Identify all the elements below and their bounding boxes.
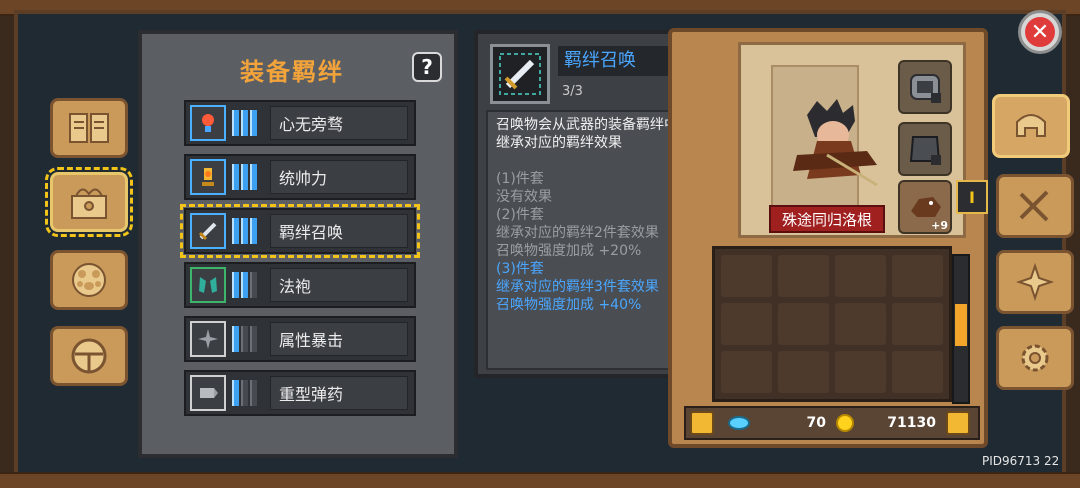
inventory-slot[interactable] [778, 303, 829, 345]
coin-count: 71130 [887, 415, 936, 431]
character-portrait [793, 99, 878, 187]
inventory-slot[interactable] [892, 255, 943, 297]
tab-compass[interactable] [996, 250, 1074, 314]
trophy-lamp-icon [190, 159, 226, 195]
bond-row-1[interactable]: 统帅力 [184, 154, 416, 200]
bond-label: 心无旁骛 [270, 106, 408, 140]
gear-icon [1021, 344, 1049, 372]
spark-icon [190, 321, 226, 357]
gem-icon [728, 416, 750, 430]
inventory-slot[interactable] [778, 255, 829, 297]
level-bars [232, 164, 262, 190]
inventory-slot[interactable] [721, 351, 772, 393]
helmet-slot[interactable] [898, 60, 952, 114]
heart-orb-icon [190, 105, 226, 141]
bond-box-icon [71, 188, 107, 219]
scroll-thumb[interactable] [955, 304, 967, 346]
tab-paw[interactable] [50, 250, 128, 310]
bond-label: 属性暴击 [270, 322, 408, 356]
inventory-slot[interactable] [892, 303, 943, 345]
close-icon: ✕ [1025, 17, 1055, 47]
steering-wheel-icon [71, 338, 107, 374]
bond-list: 心无旁骛 统帅力 羁绊召唤 法袍 属性暴击 重型弹药 [180, 100, 420, 424]
compass-icon [1015, 262, 1055, 302]
ammo-icon [190, 375, 226, 411]
bond-panel: 装备羁绊 ? 心无旁骛 统帅力 羁绊召唤 法袍 属性暴击 重型弹药 [138, 30, 458, 458]
inventory-grid [712, 246, 952, 402]
helmet-icon [910, 74, 941, 103]
inventory-slot[interactable] [835, 255, 886, 297]
level-bars [232, 326, 262, 352]
armor-slot[interactable] [898, 122, 952, 176]
panel-title: 装备羁绊 [240, 58, 344, 86]
mount-slot[interactable]: +9 [898, 180, 952, 234]
robe-icon [190, 267, 226, 303]
sword-icon [190, 213, 226, 249]
bond-label: 重型弹药 [270, 376, 408, 410]
sword-icon [490, 44, 550, 104]
bond-row-5[interactable]: 重型弹药 [184, 370, 416, 416]
coin-icon [836, 414, 854, 432]
player-id: PID96713 22 [982, 454, 1060, 468]
bond-row-3[interactable]: 法袍 [184, 262, 416, 308]
gem-count: 70 [806, 415, 826, 431]
enhance-level: +9 [931, 219, 948, 232]
level-bars [232, 380, 262, 406]
help-button[interactable]: ? [412, 52, 442, 82]
bond-label: 羁绊召唤 [270, 214, 408, 248]
tab-book[interactable] [50, 98, 128, 158]
tier-badge[interactable]: I [956, 180, 988, 214]
level-bars [232, 272, 262, 298]
close-button[interactable]: ✕ [1018, 10, 1062, 54]
bond-row-0[interactable]: 心无旁骛 [184, 100, 416, 146]
bond-row-2-selected[interactable]: 羁绊召唤 [180, 204, 420, 258]
crossed-arrows-icon [1019, 190, 1049, 222]
book-icon [69, 113, 109, 143]
character-name-tag: 殊途同归洛根 [769, 205, 885, 233]
bond-row-4[interactable]: 属性暴击 [184, 316, 416, 362]
tab-character[interactable] [992, 94, 1070, 158]
level-bars [232, 110, 262, 136]
inventory-slot[interactable] [721, 255, 772, 297]
inventory-slot[interactable] [778, 351, 829, 393]
tab-wheel[interactable] [50, 326, 128, 386]
character-panel: 殊途同归洛根 +9 I 70 71130 [668, 28, 988, 448]
bond-label: 法袍 [270, 268, 408, 302]
inventory-slot[interactable] [721, 303, 772, 345]
lock-button[interactable] [690, 411, 714, 435]
inventory-slot[interactable] [835, 351, 886, 393]
inventory-slot[interactable] [892, 351, 943, 393]
inventory-scrollbar[interactable] [952, 254, 970, 404]
tooltip-count: 3/3 [562, 84, 583, 99]
tab-equipment-bond[interactable] [45, 167, 133, 237]
tab-skills[interactable] [996, 174, 1074, 238]
grid-view-button[interactable] [946, 411, 970, 435]
tab-settings[interactable] [996, 326, 1074, 390]
resource-bar: 70 71130 [684, 406, 980, 440]
inventory-slot[interactable] [835, 303, 886, 345]
level-bars [232, 218, 262, 244]
paw-icon [72, 263, 106, 297]
bond-label: 统帅力 [270, 160, 408, 194]
armor-icon [909, 136, 941, 165]
helmet-icon [1016, 114, 1046, 137]
